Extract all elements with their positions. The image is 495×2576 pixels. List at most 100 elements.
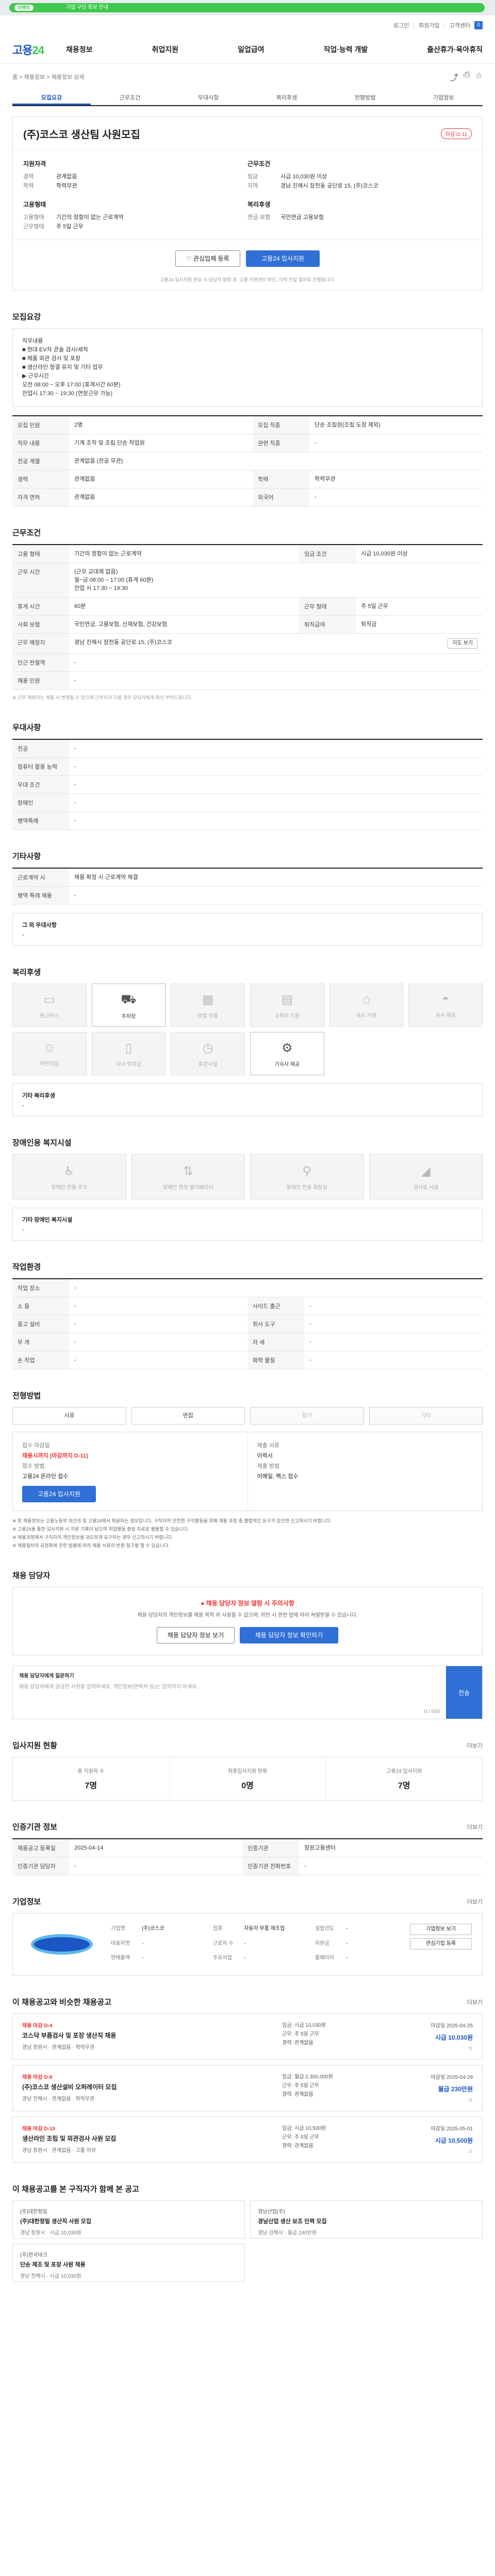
table-value: - <box>309 488 483 506</box>
tab-method[interactable]: 전형방법 <box>326 90 404 105</box>
summary-heading: 고용형태 <box>23 201 46 208</box>
method-apply-button[interactable]: 고용24 입사지원 <box>22 1486 96 1502</box>
table-row: 병역 특례 채용 - <box>12 886 483 905</box>
welfare-grid: ▭ 통근버스 ⛟ 주차장 ▦ 명절 선물 ▤ 교육비 지원 ⌂ 숙소 지원 ◓ 식사 제공 … <box>12 984 483 1075</box>
pick-title[interactable]: (주)대한정밀 생산직 사원 모집 <box>20 2217 237 2225</box>
gnb-item[interactable]: 채용정보 <box>66 44 93 55</box>
join-link[interactable]: 회원가입 <box>419 21 439 29</box>
pick-card[interactable]: (주)한국테크 단순 제조 및 포장 사원 채용 경남 진해시 · 시급 10,03… <box>12 2244 245 2282</box>
company-info-button[interactable]: 기업정보 보기 <box>410 1924 472 1935</box>
more-link[interactable]: 더보기 <box>467 1998 483 2006</box>
login-link[interactable]: 로그인 <box>393 21 409 29</box>
summary-row: 연금·보험 국민연금 고용보험 <box>248 213 472 222</box>
stat-value: 0명 <box>241 1782 254 1790</box>
confirm-contact-button[interactable]: 채용 담당자 정보 확인하기 <box>239 1627 339 1643</box>
table-row: 컴퓨터 활용 능력 - <box>12 757 483 776</box>
pick-card[interactable]: (주)대한정밀 (주)대한정밀 생산직 사원 모집 경남 창원시 · 시급 10,0… <box>12 2200 245 2239</box>
job-card-meta: 경남 창원시 · 관계없음 · 고졸 이상 <box>22 2148 96 2154</box>
gnb-item[interactable]: 출산휴가·육아휴직 <box>427 44 483 55</box>
tab-recruit[interactable]: 모집요강 <box>12 90 91 105</box>
save-job-button[interactable]: ♡ 관심업체 등록 <box>175 250 240 267</box>
job-card-title[interactable]: (주)코스코 생산설비 오퍼레이터 모집 <box>22 2082 282 2091</box>
doc-icon: ▯ <box>125 1041 133 1055</box>
method-steps: 서류 면접 필기 기타 <box>12 1407 483 1425</box>
disability-etc-value: - <box>22 1227 24 1233</box>
star-icon[interactable]: ☆ <box>475 71 483 83</box>
disability-etc-box: 기타 장애인 복지시설 - <box>12 1208 483 1241</box>
job-card-title[interactable]: 생산라인 조립 및 외관검사 사원 모집 <box>22 2134 282 2143</box>
pick-title[interactable]: 단순 제조 및 포장 사원 채용 <box>20 2260 237 2268</box>
table-value: 2명 <box>69 416 253 434</box>
pick-card[interactable]: 경남산업(주) 경남산업 생산 보조 인력 모집 경남 김해시 · 월급 240만원 <box>250 2200 483 2239</box>
star-icon[interactable]: ☆ <box>468 2149 473 2155</box>
heart-icon: ♡ <box>186 255 193 262</box>
summary-row: 근무형태 주 5일 근무 <box>23 222 248 231</box>
summary-row: 학력 학력무관 <box>23 181 248 191</box>
job-card[interactable]: 채용 마감 D-8 (주)코스코 생산설비 오퍼레이터 모집 경남 진해시 · 관계… <box>12 2065 483 2111</box>
notification-badge[interactable]: 0 <box>474 21 483 29</box>
table-key: 모집 직종 <box>253 416 310 434</box>
share-icon[interactable]: ⤴ <box>450 71 458 83</box>
section-header: 기업정보 더보기 <box>12 1896 483 1907</box>
welfare-label: 주차장 <box>121 1014 136 1020</box>
table-value: - <box>69 793 483 812</box>
table-key: 중고 설비 <box>12 1315 69 1333</box>
stat-item: 총 지원자 수 7명 <box>13 1757 169 1800</box>
tab-work[interactable]: 근무조건 <box>91 90 169 105</box>
table-value: - <box>309 434 483 452</box>
job-card-title[interactable]: 코스닥 부품검사 및 포장 생산직 채용 <box>22 2031 282 2040</box>
table-row: 우대 조건 - <box>12 775 483 794</box>
more-link[interactable]: 더보기 <box>467 1823 483 1831</box>
pref-table: 전공 - 컴퓨터 활용 능력 - 우대 조건 - 장애인 - 병역특례 - <box>12 739 483 830</box>
star-icon[interactable]: ☆ <box>468 2046 473 2052</box>
qa-input[interactable]: 채용 담당자에게 질문하기 채용 담당자에게 궁금한 사항을 입력하세요. 개인… <box>13 1666 446 1719</box>
laptop-icon: ▤ <box>281 993 293 1007</box>
table-key: 취사 도구 <box>248 1315 304 1333</box>
etc-box-title: 그 외 우대사항 <box>22 922 57 928</box>
qa-send-button[interactable]: 전송 <box>446 1666 482 1719</box>
company-row: 주요사업 - <box>213 1953 308 1965</box>
table-value: 경남 진해시 장천동 공단로 15, (주)코스코 지도 보기 <box>69 633 483 654</box>
pick-title[interactable]: 경남산업 생산 보조 인력 모집 <box>258 2217 475 2225</box>
logo[interactable]: 고용24 <box>12 41 56 58</box>
qa-title: 채용 담당자에게 질문하기 <box>19 1673 74 1679</box>
table-value: - <box>69 653 483 672</box>
breadcrumb: 홈 > 채용정보 > 채용정보 상세 <box>12 74 85 80</box>
table-value: 2025-04-14 <box>69 1839 243 1857</box>
more-link[interactable]: 더보기 <box>467 1741 483 1750</box>
tab-company[interactable]: 기업정보 <box>404 90 483 105</box>
follow-company-button[interactable]: 관심기업 등록 <box>410 1938 472 1950</box>
summary-col-right: 근무조건 임금 시급 10,030원 이상 지역 경남 진해시 장천동 공단로 15… <box>248 159 472 231</box>
recruit-table: 모집 인원 2명 모집 직종 단순 조립원(조립 도장 제외) 직무 내용 기계 조작 … <box>12 415 483 506</box>
tab-welfare[interactable]: 복리후생 <box>248 90 326 105</box>
method-bullets: ※ 본 채용정보는 고용노동부 워크넷 및 고용24에서 제공하는 정보입니다.… <box>12 1517 483 1549</box>
job-card[interactable]: 채용 마감 D-10 생산라인 조립 및 외관검사 사원 모집 경남 창원시 · 관… <box>12 2116 483 2163</box>
company-row: 기업명 (주)코스코 <box>111 1924 206 1936</box>
star-icon[interactable]: ☆ <box>468 2097 473 2103</box>
company-row: 홈페이지 - <box>315 1953 410 1965</box>
table-row: 인근 전철역 - <box>12 653 483 672</box>
table-key: 외국어 <box>253 488 310 506</box>
table-row: 전공 계열 관계없음 (전공 무관) <box>12 452 483 470</box>
more-link[interactable]: 더보기 <box>467 1897 483 1906</box>
banner-pill[interactable]: 이벤트 기업 구인 정보 안내 <box>9 3 485 12</box>
meal-icon: ◓ <box>441 992 450 1006</box>
job-card-date: 마감일 2025-04-29 <box>431 2075 473 2080</box>
table-value: 60분 <box>69 597 300 616</box>
gnb-item[interactable]: 취업지원 <box>152 44 178 55</box>
page-top: 홈 > 채용정보 > 채용정보 상세 ⤴ ⎙ ☆ <box>12 64 483 90</box>
center-link[interactable]: 고객센터 <box>450 21 470 29</box>
contact-desc: 채용 담당자의 개인정보를 채용 목적 외 사용할 수 없으며, 위반 시 관련… <box>137 1613 358 1618</box>
table-key: 장애인 <box>12 793 69 812</box>
tab-pref[interactable]: 우대사항 <box>169 90 248 105</box>
stats-section: 입사지원 현황 더보기 총 지원자 수 7명 최종입사지원 현황 0명 고용24 입사… <box>12 1740 483 1801</box>
top-banner[interactable]: 이벤트 기업 구인 정보 안내 <box>0 0 495 15</box>
section-title: 모집요강 <box>12 313 41 321</box>
gnb-item[interactable]: 일업급여 <box>238 44 265 55</box>
gnb-item[interactable]: 직업·능력 개발 <box>323 44 368 55</box>
job-card[interactable]: 채용 마감 D-4 코스닥 부품검사 및 포장 생산직 채용 경남 창원시 · 관계… <box>12 2013 483 2060</box>
view-contact-button[interactable]: 채용 담당자 정보 보기 <box>156 1627 235 1643</box>
map-button[interactable]: 지도 보기 <box>448 638 477 649</box>
apply-button[interactable]: 고용24 입사지원 <box>246 250 320 267</box>
print-icon[interactable]: ⎙ <box>464 71 470 83</box>
